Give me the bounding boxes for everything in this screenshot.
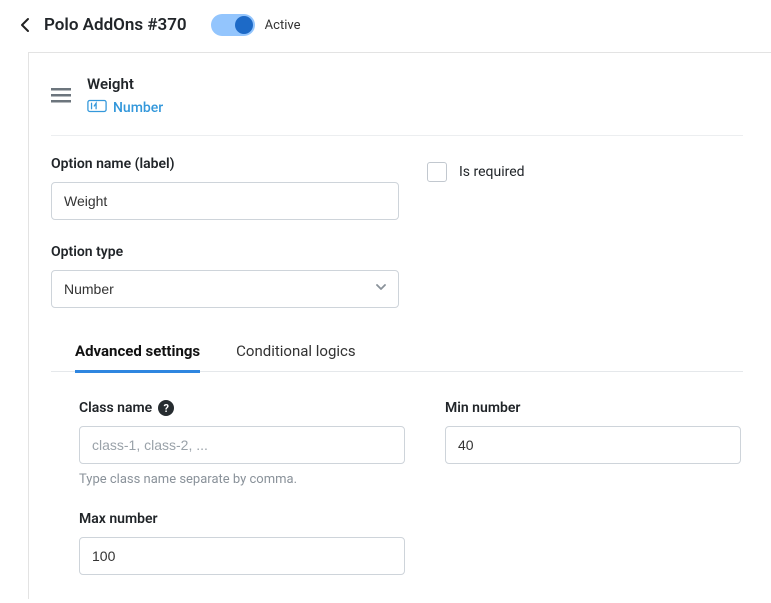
min-number-input[interactable]	[445, 426, 741, 464]
class-name-hint: Type class name separate by comma.	[79, 472, 405, 487]
drag-handle-icon[interactable]	[51, 75, 71, 107]
page-title: Polo AddOns #370	[44, 15, 187, 35]
option-type-select[interactable]: Number	[51, 270, 399, 308]
class-name-input[interactable]	[79, 426, 405, 464]
settings-tabs: Advanced settings Conditional logics	[51, 332, 743, 372]
max-number-input[interactable]	[79, 537, 405, 575]
number-field-icon	[87, 99, 107, 117]
option-type-tag: Number	[87, 99, 163, 117]
active-toggle[interactable]	[211, 14, 255, 36]
tab-advanced-settings[interactable]: Advanced settings	[75, 332, 200, 373]
advanced-settings-body: Class name ? Type class name separate by…	[51, 372, 743, 575]
divider	[51, 135, 743, 136]
page-header: Polo AddOns #370 Active	[0, 0, 771, 52]
help-icon[interactable]: ?	[158, 400, 174, 416]
option-name-input[interactable]	[51, 182, 399, 220]
is-required-checkbox[interactable]	[427, 162, 447, 182]
active-toggle-label: Active	[265, 18, 301, 33]
option-name-label: Option name (label)	[51, 156, 399, 172]
option-title: Weight	[87, 75, 163, 93]
option-header: Weight Number	[51, 75, 743, 135]
is-required-label: Is required	[459, 164, 525, 180]
back-chevron-icon[interactable]	[16, 16, 34, 34]
option-type-tag-label: Number	[113, 100, 163, 116]
tab-conditional-logics[interactable]: Conditional logics	[236, 332, 356, 373]
option-type-label: Option type	[51, 244, 743, 260]
min-number-label: Min number	[445, 400, 741, 416]
class-name-label: Class name ?	[79, 400, 405, 416]
max-number-label: Max number	[79, 511, 405, 527]
option-panel: Weight Number Option name (label) Is req…	[28, 52, 771, 599]
